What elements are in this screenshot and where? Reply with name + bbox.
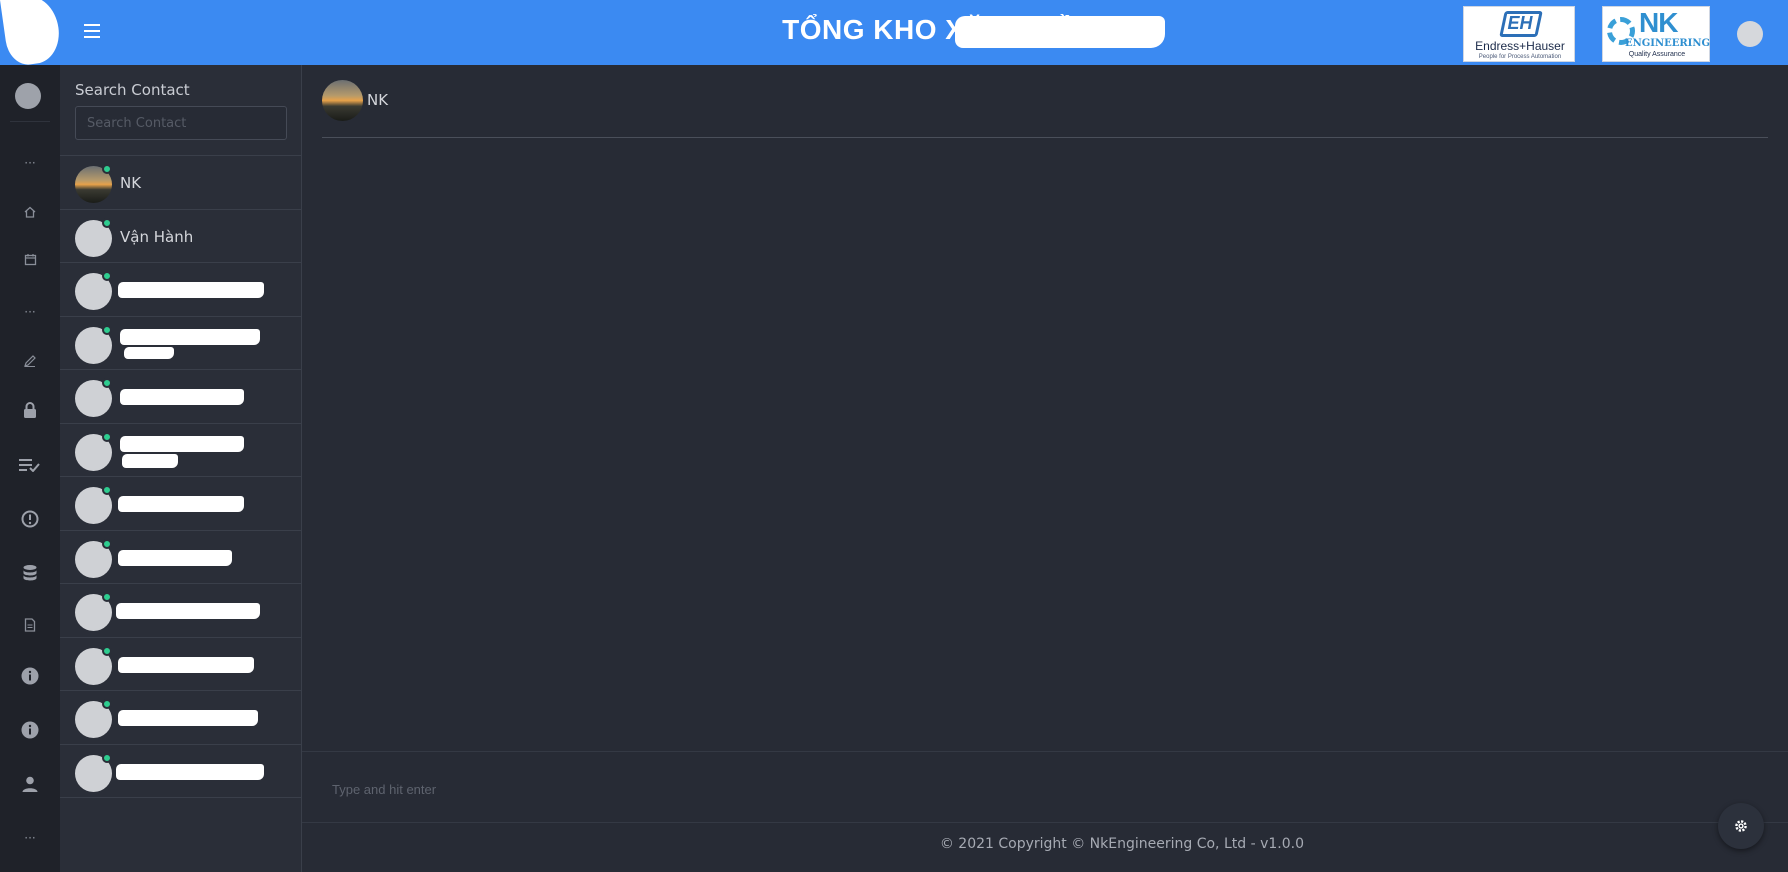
contacts-panel: Search Contact NK Vận Hành <box>60 65 302 872</box>
redaction-mark <box>955 16 1165 48</box>
user-icon[interactable] <box>16 772 44 796</box>
dots-icon: ··· <box>24 305 36 319</box>
database-icon[interactable] <box>16 561 44 585</box>
online-status-icon <box>102 217 112 228</box>
redaction-mark <box>118 282 264 298</box>
info-icon[interactable] <box>16 664 44 688</box>
alert-icon[interactable] <box>16 507 44 531</box>
redaction-mark <box>116 603 260 619</box>
contact-item[interactable] <box>60 691 302 745</box>
chat-header: NK <box>322 65 1768 138</box>
sidebar-rail: ··· ··· ··· <box>0 65 60 872</box>
nk-engineering-logo: NK ENGINEERING Quality Assurance <box>1602 6 1710 62</box>
contact-item[interactable] <box>60 638 302 691</box>
redaction-mark <box>118 656 254 673</box>
footer-copyright: © 2021 Copyright © NkEngineering Co, Ltd… <box>939 836 1304 852</box>
redaction-mark <box>120 328 260 345</box>
contact-item[interactable] <box>60 370 302 424</box>
search-contact-input[interactable] <box>75 106 287 140</box>
contact-item[interactable] <box>60 263 302 317</box>
chat-panel: NK © 2021 Copyright © NkEngineering Co, … <box>302 65 1788 872</box>
gear-icon <box>1735 820 1747 832</box>
contact-item[interactable] <box>60 477 302 531</box>
contact-item[interactable] <box>60 317 302 370</box>
endress-hauser-logo: EH Endress+Hauser People for Process Aut… <box>1463 6 1575 62</box>
checklist-icon[interactable] <box>16 453 44 477</box>
contact-item[interactable]: Vận Hành <box>60 210 302 263</box>
contact-list: NK Vận Hành <box>60 155 302 798</box>
home-icon[interactable] <box>16 200 44 224</box>
rail-avatar[interactable] <box>15 83 41 109</box>
redaction-mark <box>116 763 264 780</box>
online-status-icon <box>102 378 112 388</box>
active-contact-name: NK <box>367 91 389 109</box>
top-header: TỔNG KHO XĂNG DẦ EH Endress+Hauser Peopl… <box>0 0 1788 68</box>
redaction-mark <box>118 549 232 566</box>
contact-item[interactable] <box>60 745 302 798</box>
hamburger-menu-icon[interactable] <box>84 24 100 38</box>
info-icon[interactable] <box>16 718 44 742</box>
contact-item[interactable] <box>60 531 302 584</box>
redaction-mark <box>122 453 178 468</box>
divider <box>10 121 50 122</box>
redaction-mark <box>0 0 63 68</box>
online-status-icon <box>102 485 112 495</box>
online-status-icon <box>102 592 112 602</box>
redaction-mark <box>120 435 244 452</box>
dots-icon: ··· <box>24 831 36 845</box>
search-label: Search Contact <box>75 81 190 99</box>
message-composer <box>302 751 1788 823</box>
document-icon[interactable] <box>16 613 44 637</box>
online-status-icon <box>102 431 112 442</box>
online-status-icon <box>102 271 112 281</box>
online-status-icon <box>102 752 112 763</box>
contact-item[interactable]: NK <box>60 156 302 210</box>
redaction-mark <box>120 389 244 405</box>
lock-icon[interactable] <box>16 398 44 422</box>
online-status-icon <box>102 324 112 335</box>
dots-icon: ··· <box>24 156 36 170</box>
pencil-icon[interactable] <box>16 349 44 373</box>
user-avatar[interactable] <box>1737 21 1763 47</box>
redaction-mark <box>118 496 244 512</box>
online-status-icon <box>102 645 112 656</box>
online-status-icon <box>102 164 112 174</box>
online-status-icon <box>102 699 112 709</box>
redaction-mark <box>118 710 258 726</box>
avatar <box>322 80 363 121</box>
message-input[interactable] <box>332 772 1632 806</box>
online-status-icon <box>102 538 112 549</box>
calendar-icon[interactable] <box>16 247 44 271</box>
redaction-mark <box>124 346 174 359</box>
settings-gear-button[interactable] <box>1718 803 1764 849</box>
contact-item[interactable] <box>60 584 302 638</box>
page-title: TỔNG KHO XĂNG DẦ <box>782 14 1078 45</box>
contact-item[interactable] <box>60 424 302 477</box>
